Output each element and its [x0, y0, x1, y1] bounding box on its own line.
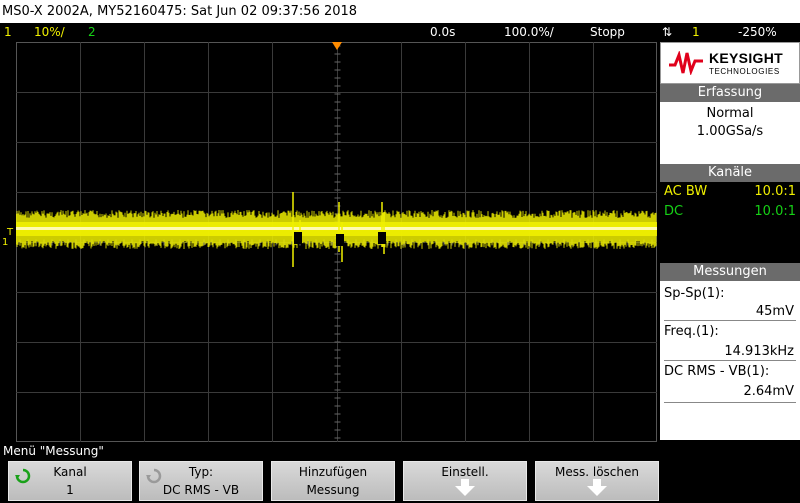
measurements-box: Sp-Sp(1): 45mV Freq.(1): 14.913kHz DC RM… — [660, 281, 800, 440]
dropout — [294, 232, 302, 244]
info-sidebar: KEYSIGHT TECHNOLOGIES Erfassung Normal 1… — [660, 42, 800, 440]
softkey-settings[interactable]: Einstell. — [403, 461, 527, 501]
submenu-arrow-icon — [587, 479, 607, 496]
brand-sub: TECHNOLOGIES — [709, 67, 780, 76]
measurement-value: 14.913kHz — [724, 344, 794, 359]
keysight-logo: KEYSIGHT TECHNOLOGIES — [660, 42, 800, 84]
menu-title: Menü "Messung" — [3, 444, 104, 458]
ch2-coupling: DC — [664, 204, 684, 219]
time-scale[interactable]: 100.0%/ — [504, 23, 554, 41]
acquisition-mode: Normal — [706, 106, 754, 121]
dropout — [336, 234, 344, 246]
softkey-type[interactable]: Typ: DC RMS - VB — [139, 461, 263, 501]
waveform-svg — [16, 42, 657, 442]
measurement-value: 2.64mV — [743, 384, 794, 399]
ch1-ground-marker: 1 — [2, 237, 9, 248]
softkey-label: Typ: — [188, 465, 214, 479]
run-state[interactable]: Stopp — [590, 23, 625, 41]
measurement-divider — [664, 402, 796, 403]
submenu-arrow-icon — [455, 479, 475, 496]
measurement-label: DC RMS - VB(1): — [664, 364, 770, 379]
time-offset[interactable]: 0.0s — [430, 23, 455, 41]
ch1-trace — [16, 192, 657, 267]
softkey-label: Kanal — [53, 465, 87, 479]
trace-highlight — [16, 227, 657, 230]
waveform-display[interactable] — [16, 42, 657, 442]
measurement-label: Sp-Sp(1): — [664, 286, 725, 301]
acquisition-header: Erfassung — [660, 84, 800, 102]
ch1-probe: 10.0:1 — [754, 184, 796, 199]
softkey-value: DC RMS - VB — [162, 483, 240, 497]
ch1-coupling: AC BW — [664, 184, 708, 199]
ch1-number[interactable]: 1 — [4, 23, 12, 41]
softkey-clear-measurements[interactable]: Mess. löschen — [535, 461, 659, 501]
trigger-level[interactable]: -250% — [738, 23, 777, 41]
acquisition-box: Normal 1.00GSa/s — [660, 102, 800, 164]
measurement-value: 45mV — [755, 304, 794, 319]
window-title: MS0-X 2002A, MY52160475: Sat Jun 02 09:3… — [2, 4, 358, 19]
measurement-divider — [664, 360, 796, 361]
trigger-source[interactable]: 1 — [692, 23, 700, 41]
softkey-channel[interactable]: Kanal 1 — [8, 461, 132, 501]
brand-name: KEYSIGHT — [709, 50, 783, 66]
softkey-value: 1 — [66, 483, 74, 497]
measurement-label: Freq.(1): — [664, 324, 719, 339]
trigger-edge-icon: ⇅ — [662, 25, 673, 39]
channels-header: Kanäle — [660, 164, 800, 182]
dropout — [378, 232, 386, 244]
softkey-label: Einstell. — [441, 465, 489, 479]
measurement-divider — [664, 320, 796, 321]
sample-rate: 1.00GSa/s — [696, 124, 764, 139]
ch2-number[interactable]: 2 — [88, 23, 96, 41]
status-bar: 1 10%/ 2 0.0s 100.0%/ Stopp ⇅ 1 -250% — [0, 23, 800, 41]
keysight-wave-icon — [669, 51, 703, 75]
ch2-probe: 10.0:1 — [754, 204, 796, 219]
softkey-value: Messung — [306, 483, 360, 497]
title-bar: MS0-X 2002A, MY52160475: Sat Jun 02 09:3… — [0, 0, 800, 23]
ch1-scale[interactable]: 10%/ — [34, 23, 65, 41]
softkey-add-measurement[interactable]: Hinzufügen Messung — [271, 461, 395, 501]
channels-box: AC BW 10.0:1 DC 10.0:1 — [660, 182, 800, 222]
measurements-header: Messungen — [660, 263, 800, 281]
softkey-label: Mess. löschen — [555, 465, 639, 479]
softkey-label: Hinzufügen — [298, 465, 368, 479]
